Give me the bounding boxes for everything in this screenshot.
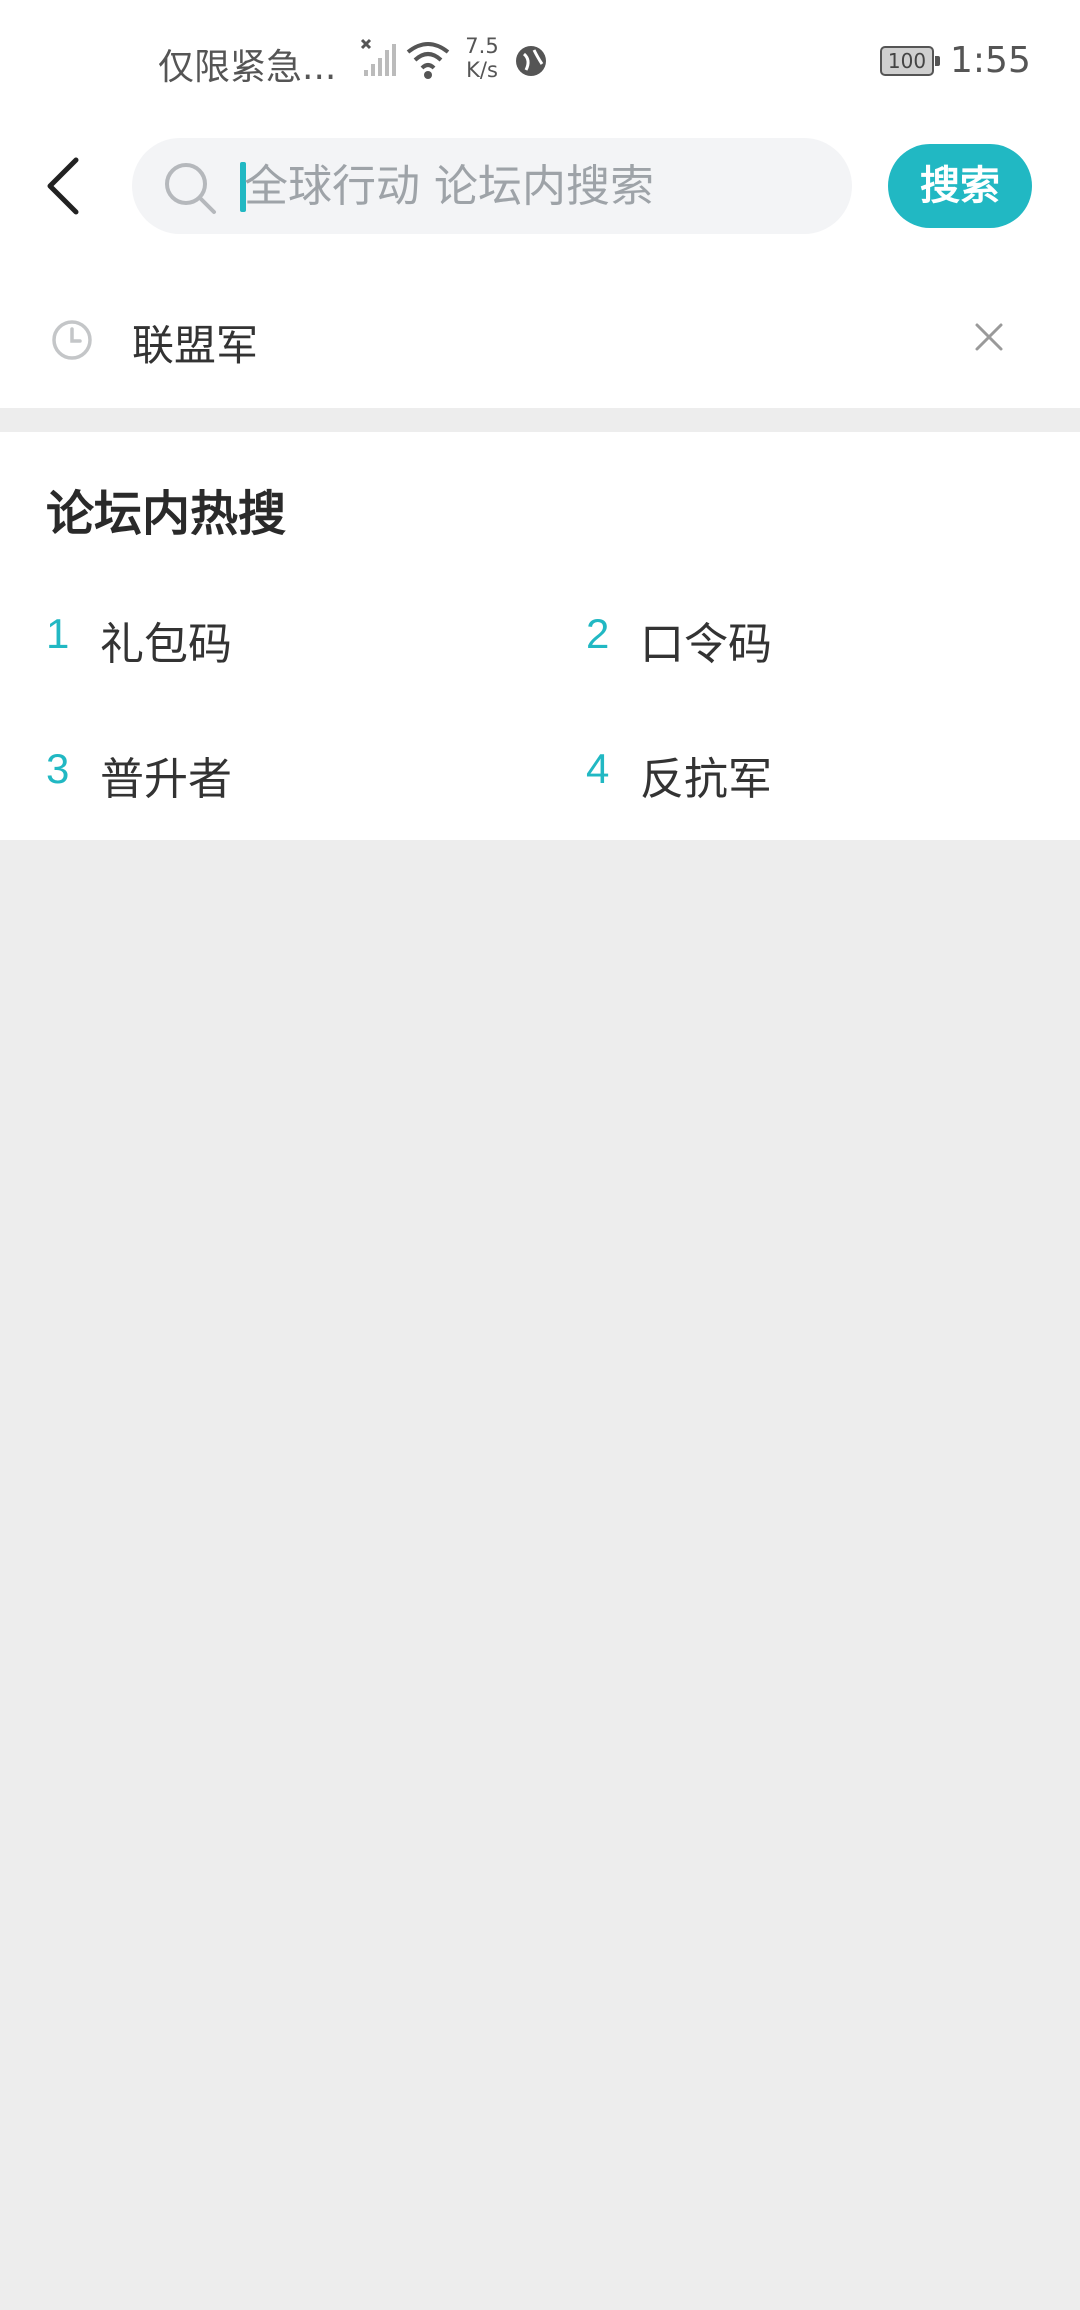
hot-search-item[interactable]: 2 口令码 bbox=[586, 602, 1036, 682]
hot-search-label: 礼包码 bbox=[100, 619, 232, 670]
carrier-text: 仅限紧急... bbox=[158, 47, 337, 88]
back-button[interactable] bbox=[40, 154, 90, 218]
hot-search-title: 论坛内热搜 bbox=[46, 486, 287, 542]
vpn-icon bbox=[514, 44, 548, 82]
history-item[interactable]: 联盟军 bbox=[0, 248, 1080, 408]
hot-search-item[interactable]: 3 普升者 bbox=[46, 737, 526, 817]
search-icon bbox=[162, 160, 218, 220]
close-icon[interactable] bbox=[974, 322, 1004, 356]
hot-search-label: 口令码 bbox=[640, 619, 772, 670]
search-header: 搜索 bbox=[0, 126, 1080, 248]
hot-search-rank: 3 bbox=[46, 745, 70, 792]
battery-icon: 100 bbox=[880, 46, 940, 76]
clock-time: 1:55 bbox=[950, 40, 1031, 81]
status-bar: 仅限紧急... 7.5 K/s 100 1:55 bbox=[0, 0, 1080, 126]
search-input[interactable] bbox=[244, 138, 804, 234]
wifi-icon bbox=[406, 40, 450, 84]
hot-search-section: 论坛内热搜 1 礼包码 2 口令码 3 普升者 4 反抗军 bbox=[0, 432, 1080, 840]
hot-search-item[interactable]: 4 反抗军 bbox=[586, 737, 1036, 817]
speed-value: 7.5 bbox=[465, 34, 499, 58]
hot-search-label: 反抗军 bbox=[640, 754, 772, 805]
clock-icon bbox=[50, 318, 94, 366]
network-speed: 7.5 K/s bbox=[460, 34, 504, 82]
speed-unit: K/s bbox=[466, 58, 498, 82]
history-item-label: 联盟军 bbox=[132, 321, 259, 370]
hot-search-item[interactable]: 1 礼包码 bbox=[46, 602, 526, 682]
hot-search-rank: 4 bbox=[586, 745, 610, 792]
chevron-left-icon bbox=[47, 157, 79, 215]
signal-icon bbox=[358, 38, 398, 82]
hot-search-rank: 1 bbox=[46, 610, 70, 657]
hot-search-rank: 2 bbox=[586, 610, 610, 657]
search-button[interactable]: 搜索 bbox=[888, 144, 1032, 228]
hot-search-label: 普升者 bbox=[100, 754, 232, 805]
page: 仅限紧急... 7.5 K/s 100 1:55 全球行动 论坛内搜索 搜索 联… bbox=[0, 0, 1080, 2310]
search-box[interactable] bbox=[132, 138, 852, 234]
